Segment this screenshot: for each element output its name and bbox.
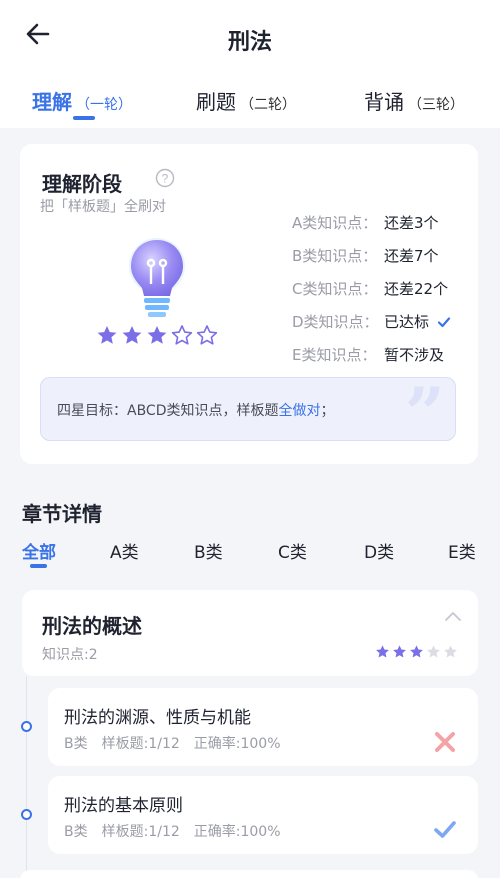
header-bar: 刑法 (0, 0, 500, 72)
goal-text: 四星目标：ABCD类知识点，样板题全做对； (57, 400, 335, 420)
kp-row-b: B类知识点： 还差7个 (292, 239, 472, 272)
section-accuracy: 正确率:100% (193, 824, 281, 840)
kp-value: 还差3个 (384, 214, 439, 232)
timeline-line (26, 676, 27, 878)
kp-label: A类知识点： (292, 214, 378, 232)
section-item[interactable]: 刑法的渊源、性质与机能 B类 样板题:1/12 正确率:100% (48, 688, 478, 766)
section-sample: 样板题:1/12 (101, 824, 180, 840)
filter-tab-b[interactable]: B类 (194, 538, 223, 563)
goal-prefix: 四星目标：ABCD类知识点，样板题 (57, 403, 279, 419)
tab-understand[interactable]: 理解 （一轮） (32, 86, 132, 115)
tab-label: 刷题 (196, 90, 236, 114)
timeline-dot (21, 721, 32, 732)
filter-tab-all[interactable]: 全部 (22, 538, 56, 563)
tab-label: 理解 (32, 90, 72, 114)
section-item[interactable]: 刑法的基本原则 B类 样板题:1/12 正确率:100% (48, 776, 478, 854)
chapter-card[interactable]: 刑法的概述 知识点:2 (22, 590, 478, 676)
filter-tab-c[interactable]: C类 (278, 538, 307, 563)
kp-value: 还差7个 (384, 247, 439, 265)
kp-label: E类知识点： (292, 346, 377, 364)
lightbulb-icon (129, 238, 185, 317)
help-icon[interactable]: ? (155, 168, 175, 188)
star-empty-icon (427, 645, 440, 658)
stage-star-rating (96, 324, 218, 346)
goal-highlight: 全做对 (278, 403, 321, 419)
filter-tab-a[interactable]: A类 (110, 538, 139, 563)
tab-sub-label: （一轮） (76, 97, 132, 113)
kp-label: C类知识点： (292, 280, 378, 298)
section-title: 章节详情 (22, 502, 102, 526)
chapter-star-rating (375, 644, 458, 659)
kp-value: 暂不涉及 (384, 346, 445, 364)
star-filled-icon (376, 645, 389, 658)
section-accuracy: 正确率:100% (193, 736, 281, 752)
cross-icon (435, 732, 455, 752)
star-empty-icon (196, 325, 218, 345)
goal-box: ” 四星目标：ABCD类知识点，样板题全做对； (40, 377, 456, 441)
star-filled-icon (393, 645, 406, 658)
page-title: 刑法 (227, 30, 272, 55)
category-filter-tabs: 全部 A类 B类 C类 D类 E类 (0, 536, 500, 576)
knowledge-point-list: A类知识点： 还差3个 B类知识点： 还差7个 C类知识点： 还差22个 D类知… (292, 206, 472, 371)
kp-label: D类知识点： (292, 313, 379, 331)
star-filled-icon (97, 326, 117, 344)
filter-tab-d[interactable]: D类 (364, 538, 394, 563)
stage-card: 理解阶段 ? 把「样板题」全刷对 A类知识点： 还差3个 B类知识点： 还差7个 (20, 144, 478, 464)
tab-label: 背诵 (364, 90, 404, 114)
tab-recite[interactable]: 背诵 （三轮） (364, 86, 464, 115)
kp-row-e: E类知识点： 暂不涉及 (292, 338, 472, 371)
kp-row-d: D类知识点： 已达标 (292, 305, 472, 338)
svg-text:?: ? (162, 172, 169, 186)
section-sample: 样板题:1/12 (101, 736, 180, 752)
kp-value: 已达标 (384, 313, 430, 331)
timeline-dot (21, 809, 32, 820)
section-title: 刑法的基本原则 (64, 796, 183, 816)
stage-title: 理解阶段 (42, 172, 122, 196)
quote-mark-icon: ” (404, 377, 445, 441)
timeline (26, 676, 28, 878)
tab-sub-label: （二轮） (240, 97, 296, 113)
check-icon (434, 821, 456, 838)
chapter-meta: 知识点:2 (42, 647, 98, 663)
stage-subtitle: 把「样板题」全刷对 (40, 199, 166, 215)
star-empty-icon (171, 325, 193, 345)
section-title: 刑法的渊源、性质与机能 (64, 708, 251, 728)
kp-row-c: C类知识点： 还差22个 (292, 272, 472, 305)
active-tab-indicator (73, 116, 95, 120)
star-filled-icon (410, 645, 423, 658)
tab-practice[interactable]: 刷题 （二轮） (196, 86, 296, 115)
section-meta: B类 样板题:1/12 正确率:100% (64, 821, 295, 841)
active-filter-indicator (30, 564, 47, 568)
star-empty-icon (444, 645, 457, 658)
chapter-title: 刑法的概述 (42, 614, 142, 638)
section-category: B类 (64, 736, 88, 752)
kp-value: 还差22个 (384, 280, 449, 298)
kp-row-a: A类知识点： 还差3个 (292, 206, 472, 239)
chevron-up-icon[interactable] (444, 610, 462, 622)
star-filled-icon (122, 326, 142, 344)
next-chapter-card[interactable] (20, 870, 478, 878)
tab-sub-label: （三轮） (408, 97, 464, 113)
check-icon (437, 316, 451, 327)
section-category: B类 (64, 824, 88, 840)
filter-tab-e[interactable]: E类 (448, 538, 476, 563)
kp-label: B类知识点： (292, 247, 378, 265)
star-filled-icon (147, 326, 167, 344)
goal-suffix: ； (320, 403, 335, 419)
section-meta: B类 样板题:1/12 正确率:100% (64, 733, 295, 753)
